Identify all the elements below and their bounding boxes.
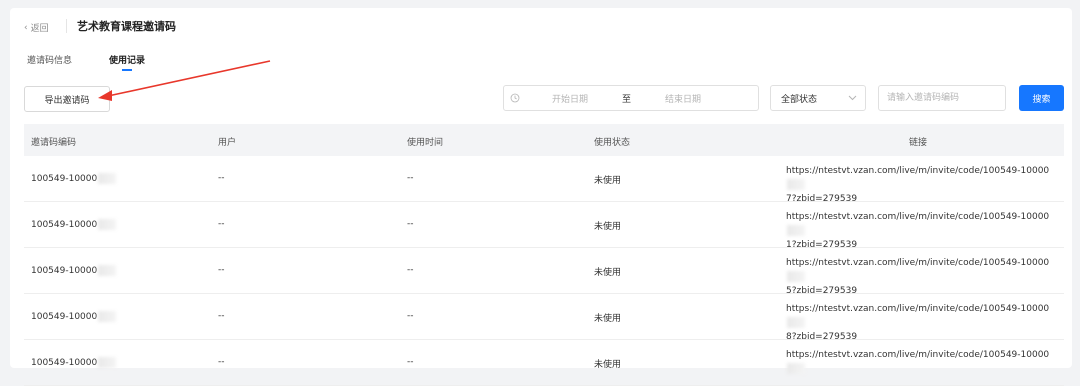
status-cell: 未使用 — [594, 268, 622, 278]
search-button[interactable]: 搜索 — [1019, 85, 1064, 111]
start-date-input[interactable]: 开始日期 — [552, 92, 588, 105]
column-header-time: 使用时间 — [407, 138, 444, 148]
end-date-input[interactable]: 结束日期 — [665, 92, 701, 105]
status-cell: 未使用 — [594, 314, 622, 324]
invite-code-cell: 100549-10000 — [31, 219, 117, 230]
status-cell: 未使用 — [594, 176, 622, 186]
tab-usage-records[interactable]: 使用记录 — [109, 53, 145, 66]
redacted-mask — [98, 173, 117, 184]
column-header-link: 链接 — [909, 138, 928, 148]
header-divider — [66, 19, 67, 33]
range-separator: 至 — [622, 94, 632, 105]
time-cell: -- — [407, 311, 414, 321]
table-row: 100549-10000 -- -- 未使用 https://ntestvt.v… — [24, 340, 1064, 386]
user-cell: -- — [218, 173, 225, 183]
status-cell: 未使用 — [594, 222, 622, 232]
user-cell: -- — [218, 219, 225, 229]
table-row: 100549-10000 -- -- 未使用 https://ntestvt.v… — [24, 248, 1064, 296]
table-row: 100549-10000 -- -- 未使用 https://ntestvt.v… — [24, 202, 1064, 250]
link-cell[interactable]: https://ntestvt.vzan.com/live/m/invite/c… — [786, 348, 1056, 376]
status-cell: 未使用 — [594, 360, 622, 370]
column-header-status: 使用状态 — [594, 138, 631, 148]
time-cell: -- — [407, 219, 414, 229]
status-select-value: 全部状态 — [781, 94, 818, 105]
table-body: 100549-10000 -- -- 未使用 https://ntestvt.v… — [24, 156, 1064, 386]
column-header-code: 邀请码编码 — [31, 138, 77, 148]
redacted-mask — [787, 363, 805, 374]
table-row: 100549-10000 -- -- 未使用 https://ntestvt.v… — [24, 294, 1064, 342]
invite-code-cell: 100549-10000 — [31, 357, 117, 368]
main-card: ‹ 返回 艺术教育课程邀请码 邀请码信息 使用记录 导出邀请码 开始日期 至 结… — [10, 8, 1072, 386]
chevron-down-icon — [848, 95, 857, 101]
page-title: 艺术教育课程邀请码 — [77, 20, 176, 33]
redacted-mask — [787, 225, 805, 236]
time-cell: -- — [407, 173, 414, 183]
link-cell[interactable]: https://ntestvt.vzan.com/live/m/invite/c… — [786, 210, 1056, 252]
date-range-picker[interactable]: 开始日期 至 结束日期 — [503, 85, 759, 111]
table-header: 邀请码编码 用户 使用时间 使用状态 链接 — [24, 124, 1064, 156]
link-cell[interactable]: https://ntestvt.vzan.com/live/m/invite/c… — [786, 164, 1056, 206]
invite-code-cell: 100549-10000 — [31, 311, 117, 322]
invite-code-cell: 100549-10000 — [31, 265, 117, 276]
chevron-left-icon: ‹ — [24, 22, 28, 33]
status-select[interactable]: 全部状态 — [770, 85, 866, 111]
active-tab-indicator — [122, 69, 132, 71]
user-cell: -- — [218, 311, 225, 321]
back-label: 返回 — [30, 24, 49, 34]
back-button[interactable]: ‹ 返回 — [24, 21, 49, 35]
link-cell[interactable]: https://ntestvt.vzan.com/live/m/invite/c… — [786, 302, 1056, 344]
redacted-mask — [787, 317, 805, 328]
invite-code-search-input[interactable] — [878, 85, 1006, 111]
redacted-mask — [98, 219, 117, 230]
time-cell: -- — [407, 357, 414, 367]
table-row: 100549-10000 -- -- 未使用 https://ntestvt.v… — [24, 156, 1064, 204]
redacted-mask — [787, 271, 805, 282]
column-header-user: 用户 — [218, 138, 237, 148]
time-cell: -- — [407, 265, 414, 275]
link-cell[interactable]: https://ntestvt.vzan.com/live/m/invite/c… — [786, 256, 1056, 298]
invite-code-cell: 100549-10000 — [31, 173, 117, 184]
user-cell: -- — [218, 265, 225, 275]
redacted-mask — [98, 357, 117, 368]
redacted-mask — [98, 311, 117, 322]
redacted-mask — [98, 265, 117, 276]
tab-invite-info[interactable]: 邀请码信息 — [27, 53, 72, 66]
clock-icon — [510, 93, 520, 103]
user-cell: -- — [218, 357, 225, 367]
redacted-mask — [787, 179, 805, 190]
export-button[interactable]: 导出邀请码 — [24, 86, 110, 112]
